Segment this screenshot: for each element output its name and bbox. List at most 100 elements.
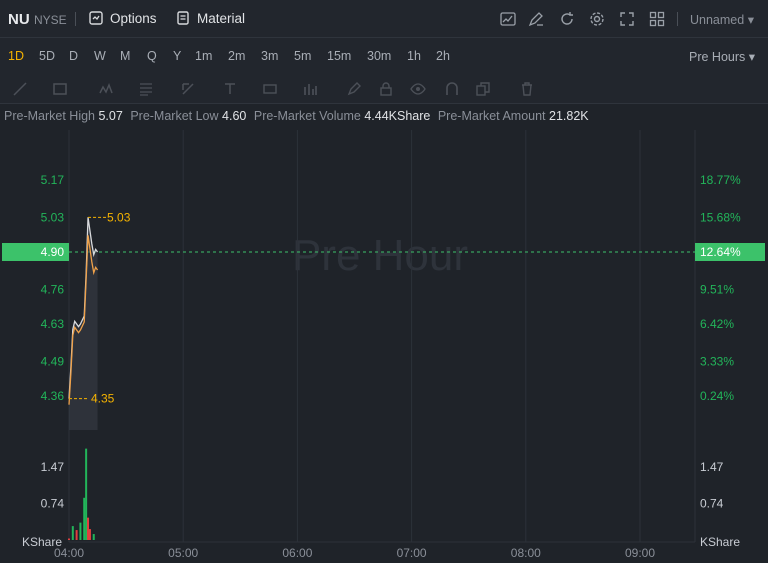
- session-label: Pre Hours: [689, 50, 746, 64]
- volume-bar: [75, 530, 78, 540]
- layout-grid-icon[interactable]: [648, 10, 666, 28]
- time-axis-label: 04:00: [54, 546, 84, 560]
- time-axis-label: 05:00: [168, 546, 198, 560]
- timeframe-5m[interactable]: 5m: [294, 49, 311, 63]
- low-marker-label: 4.35: [91, 392, 115, 406]
- divider: [75, 12, 76, 26]
- price-axis-label: 4.49: [41, 354, 65, 368]
- timeframe-w[interactable]: W: [94, 49, 106, 63]
- refresh-icon[interactable]: [558, 10, 576, 28]
- settings-gear-icon[interactable]: [588, 10, 606, 28]
- layout-name-label: Unnamed: [690, 13, 745, 27]
- stat-value: 21.82K: [549, 109, 589, 123]
- stat-value: 4.44KShare: [364, 109, 431, 123]
- chart-grid: [68, 130, 696, 543]
- timeframe-y[interactable]: Y: [173, 49, 181, 63]
- chevron-down-icon: ▾: [748, 50, 756, 64]
- volume-unit-label: KShare: [700, 535, 740, 549]
- line-tool-icon[interactable]: [12, 81, 28, 97]
- timeframe-q[interactable]: Q: [147, 49, 157, 63]
- draw-icon[interactable]: [527, 10, 545, 28]
- volume-bar: [79, 522, 82, 540]
- divider: [677, 12, 678, 26]
- volume-bar: [71, 526, 74, 540]
- timeframe-5d[interactable]: 5D: [39, 49, 55, 63]
- top-toolbar: NU NYSE Options Material Unnamed ▾: [0, 0, 768, 38]
- time-axis-label: 07:00: [397, 546, 427, 560]
- stat-value: 4.60: [222, 109, 247, 123]
- layout-name-dropdown[interactable]: Unnamed ▾: [690, 12, 754, 27]
- timeframe-bar: 1D 5D D W M Q Y 1m 2m 3m 5m 15m 30m 1h 2…: [0, 38, 768, 74]
- timeframe-m[interactable]: M: [120, 49, 130, 63]
- eye-icon[interactable]: [410, 81, 426, 97]
- percent-axis-label: 18.77%: [700, 173, 741, 187]
- lock-icon[interactable]: [378, 81, 394, 97]
- drawing-toolbar: [0, 74, 768, 104]
- measure-tool-icon[interactable]: [262, 81, 278, 97]
- price-chart[interactable]: Pre Hour 5.17 5.03 4.76 4.63 4.49 4.36 18.77% 1…: [0, 130, 768, 563]
- timeframe-2m[interactable]: 2m: [228, 49, 245, 63]
- timeframe-3m[interactable]: 3m: [261, 49, 278, 63]
- volume-axis-label: 0.74: [41, 496, 65, 510]
- stat-label: Pre-Market Low: [130, 109, 219, 123]
- volume-bar: [68, 538, 70, 540]
- chart-type-icon[interactable]: [499, 10, 517, 28]
- arrow-tool-icon[interactable]: [180, 81, 196, 97]
- options-label: Options: [110, 10, 157, 26]
- timeframe-1h[interactable]: 1h: [407, 49, 421, 63]
- time-axis-label: 09:00: [625, 546, 655, 560]
- volume-bar: [83, 497, 86, 540]
- stat-value: 5.07: [98, 109, 123, 123]
- fullscreen-icon[interactable]: [618, 10, 636, 28]
- price-axis-label: 4.63: [41, 317, 65, 331]
- timeframe-1m[interactable]: 1m: [195, 49, 212, 63]
- timeframe-2h[interactable]: 2h: [436, 49, 450, 63]
- premarket-stats: Pre-Market High 5.07 Pre-Market Low 4.60…: [4, 109, 593, 123]
- price-axis-label: 4.36: [41, 389, 65, 403]
- timeframe-d[interactable]: D: [69, 49, 78, 63]
- volume-bar: [87, 517, 90, 540]
- options-icon: [89, 11, 103, 25]
- percent-axis-label: 9.51%: [700, 282, 734, 296]
- trash-icon[interactable]: [519, 81, 535, 97]
- exchange-label: NYSE: [34, 13, 67, 27]
- material-label: Material: [197, 10, 246, 26]
- chevron-down-icon: ▾: [747, 13, 754, 27]
- high-marker-label: 5.03: [107, 210, 131, 224]
- watermark-text: Pre Hour: [292, 231, 468, 280]
- fib-tool-icon[interactable]: [138, 81, 154, 97]
- percent-axis-label: 15.68%: [700, 210, 741, 224]
- indicator-tool-icon[interactable]: [302, 81, 318, 97]
- timeframe-30m[interactable]: 30m: [367, 49, 391, 63]
- time-axis-label: 06:00: [282, 546, 312, 560]
- price-axis-label: 5.17: [41, 173, 65, 187]
- session-dropdown[interactable]: Pre Hours ▾: [689, 49, 755, 64]
- percent-axis-label: 6.42%: [700, 317, 734, 331]
- volume-axis-label: 1.47: [41, 460, 65, 474]
- volume-axis-label: 0.74: [700, 496, 724, 510]
- timeframe-15m[interactable]: 15m: [327, 49, 351, 63]
- document-icon: [177, 11, 189, 25]
- stat-label: Pre-Market Amount: [437, 109, 546, 123]
- timeframe-1d[interactable]: 1D: [8, 49, 24, 63]
- material-button[interactable]: Material: [175, 10, 245, 26]
- magnet-icon[interactable]: [444, 81, 460, 97]
- options-button[interactable]: Options: [88, 10, 157, 26]
- pencil-icon[interactable]: [346, 81, 362, 97]
- volume-bar: [85, 448, 88, 540]
- volume-bar: [92, 534, 95, 540]
- volume-bars: [68, 448, 95, 540]
- stat-label: Pre-Market Volume: [253, 109, 361, 123]
- price-axis-label: 5.03: [41, 210, 65, 224]
- copy-icon[interactable]: [475, 81, 491, 97]
- percent-axis-label: 0.24%: [700, 389, 734, 403]
- percent-axis-label: 3.33%: [700, 354, 734, 368]
- pattern-tool-icon[interactable]: [98, 81, 114, 97]
- time-axis-label: 08:00: [511, 546, 541, 560]
- text-tool-icon[interactable]: [222, 81, 238, 97]
- symbol-ticker[interactable]: NU: [8, 11, 30, 28]
- rectangle-tool-icon[interactable]: [52, 81, 68, 97]
- volume-axis-label: 1.47: [700, 460, 724, 474]
- current-price-text: 4.90: [41, 245, 65, 259]
- stat-label: Pre-Market High: [4, 109, 95, 123]
